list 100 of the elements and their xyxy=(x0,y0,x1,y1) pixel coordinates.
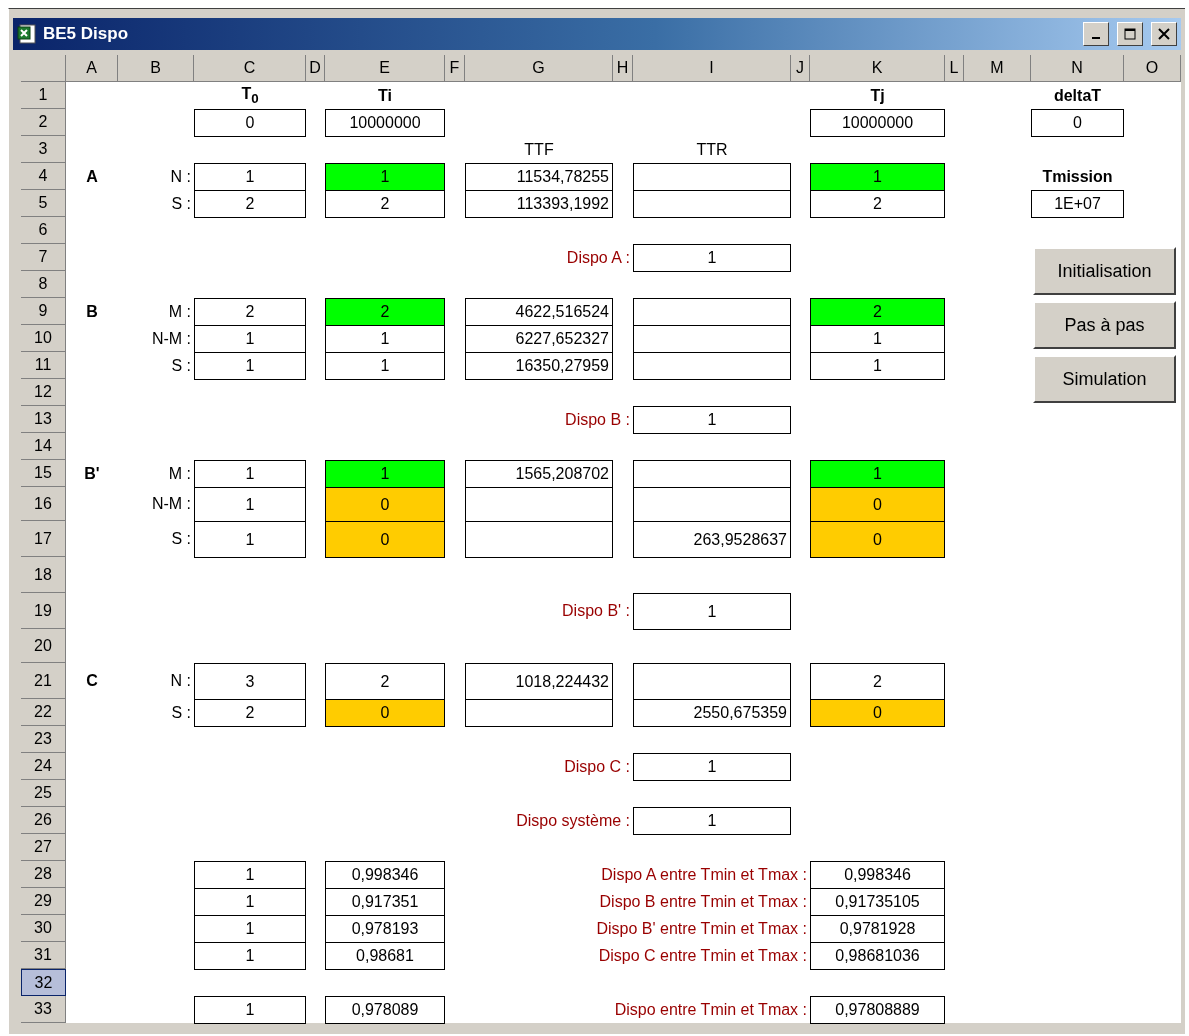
close-button[interactable] xyxy=(1151,22,1177,46)
value-cell: 1 xyxy=(194,487,306,522)
row-label: N-M : xyxy=(151,495,191,513)
maximize-button[interactable] xyxy=(1117,22,1143,46)
row-header[interactable]: 20 xyxy=(21,629,66,663)
column-header[interactable]: O xyxy=(1124,55,1181,82)
row-header[interactable]: 24 xyxy=(21,753,66,780)
value-cell: 2 xyxy=(194,298,306,326)
value-cell: 1E+07 xyxy=(1031,190,1124,218)
row-header[interactable]: 4 xyxy=(21,163,66,190)
column-header[interactable]: J xyxy=(791,55,810,82)
row-label: S : xyxy=(171,530,191,548)
value-cell: 1 xyxy=(194,915,306,943)
row-header[interactable]: 9 xyxy=(21,298,66,325)
value-cell: 1 xyxy=(633,753,791,781)
column-header[interactable]: F xyxy=(445,55,465,82)
value-cell: 1 xyxy=(194,996,306,1024)
row-header[interactable]: 25 xyxy=(21,780,66,807)
row-header[interactable]: 23 xyxy=(21,726,66,753)
value-cell: 0,998346 xyxy=(325,861,445,889)
value-cell: 1 xyxy=(194,163,306,191)
window-title: BE5 Dispo xyxy=(43,24,130,44)
value-cell: 1 xyxy=(194,352,306,380)
value-cell: 1 xyxy=(810,352,945,380)
row-header[interactable]: 31 xyxy=(21,942,66,969)
result-label: Dispo C entre Tmin et Tmax : xyxy=(598,946,807,965)
column-header[interactable]: A xyxy=(66,55,118,82)
row-header[interactable]: 10 xyxy=(21,325,66,352)
value-cell: 2 xyxy=(810,663,945,700)
column-header[interactable]: L xyxy=(945,55,964,82)
value-cell: 11534,78255 xyxy=(465,163,613,191)
value-cell: 1 xyxy=(633,406,791,434)
row-header[interactable]: 28 xyxy=(21,861,66,888)
row-header[interactable]: 5 xyxy=(21,190,66,217)
row-header[interactable]: 17 xyxy=(21,521,66,557)
row-header[interactable]: 6 xyxy=(21,217,66,244)
macro-button[interactable]: Simulation xyxy=(1033,355,1176,403)
macro-button[interactable]: Initialisation xyxy=(1033,247,1176,295)
result-label: Dispo A : xyxy=(566,248,630,267)
value-cell: 0 xyxy=(1031,109,1124,137)
column-header[interactable]: M xyxy=(964,55,1031,82)
value-cell: 1 xyxy=(194,861,306,889)
row-header[interactable]: 14 xyxy=(21,433,66,460)
column-header[interactable]: I xyxy=(633,55,791,82)
row-header[interactable]: 1 xyxy=(21,82,66,109)
minimize-button[interactable] xyxy=(1083,22,1109,46)
value-cell: 0,91735105 xyxy=(810,888,945,916)
column-header[interactable]: D xyxy=(306,55,325,82)
value-cell: 2550,675359 xyxy=(633,699,791,727)
row-label: S : xyxy=(171,356,191,375)
group-label: A xyxy=(86,167,98,186)
row-header[interactable]: 13 xyxy=(21,406,66,433)
row-header[interactable]: 8 xyxy=(21,271,66,298)
column-heading: deltaT xyxy=(1053,86,1102,105)
result-label: Dispo A entre Tmin et Tmax : xyxy=(601,865,807,884)
row-header[interactable]: 3 xyxy=(21,136,66,163)
row-header[interactable]: 2 xyxy=(21,109,66,136)
value-cell: 16350,27959 xyxy=(465,352,613,380)
row-header[interactable]: 15 xyxy=(21,460,66,487)
row-header[interactable]: 16 xyxy=(21,487,66,521)
value-cell: 1 xyxy=(194,888,306,916)
row-header[interactable]: 32 xyxy=(21,969,66,996)
group-label: B xyxy=(86,302,98,321)
row-header[interactable]: 22 xyxy=(21,699,66,726)
value-cell: 2 xyxy=(325,298,445,326)
result-label: Dispo B' : xyxy=(562,602,630,620)
value-cell: 0,917351 xyxy=(325,888,445,916)
column-header[interactable]: B xyxy=(118,55,194,82)
row-header[interactable]: 11 xyxy=(21,352,66,379)
column-header[interactable]: N xyxy=(1031,55,1124,82)
macro-button[interactable]: Pas à pas xyxy=(1033,301,1176,349)
column-header[interactable]: H xyxy=(613,55,633,82)
group-label: C xyxy=(86,672,98,690)
value-cell: 0 xyxy=(325,521,445,558)
row-header[interactable]: 19 xyxy=(21,593,66,629)
row-label: N-M : xyxy=(151,329,191,348)
row-header[interactable]: 29 xyxy=(21,888,66,915)
row-header[interactable]: 30 xyxy=(21,915,66,942)
row-header[interactable]: 27 xyxy=(21,834,66,861)
value-cell: 0,978089 xyxy=(325,996,445,1024)
result-label: Dispo B' entre Tmin et Tmax : xyxy=(596,919,807,938)
value-cell: 3 xyxy=(194,663,306,700)
column-header[interactable]: E xyxy=(325,55,445,82)
result-label: Dispo entre Tmin et Tmax : xyxy=(614,1000,807,1019)
value-cell: 1 xyxy=(325,460,445,488)
row-header[interactable]: 33 xyxy=(21,996,66,1023)
row-header[interactable]: 12 xyxy=(21,379,66,406)
row-header[interactable]: 21 xyxy=(21,663,66,699)
column-header[interactable]: K xyxy=(810,55,945,82)
column-header[interactable]: C xyxy=(194,55,306,82)
value-cell: 1 xyxy=(633,807,791,835)
column-heading: Tj xyxy=(870,86,885,105)
result-label: Dispo B entre Tmin et Tmax : xyxy=(599,892,807,911)
row-header[interactable]: 18 xyxy=(21,557,66,593)
row-header[interactable]: 26 xyxy=(21,807,66,834)
row-header[interactable]: 7 xyxy=(21,244,66,271)
column-header[interactable]: G xyxy=(465,55,613,82)
value-cell: 2 xyxy=(194,699,306,727)
value-cell: 2 xyxy=(325,190,445,218)
row-label: S : xyxy=(171,703,191,722)
